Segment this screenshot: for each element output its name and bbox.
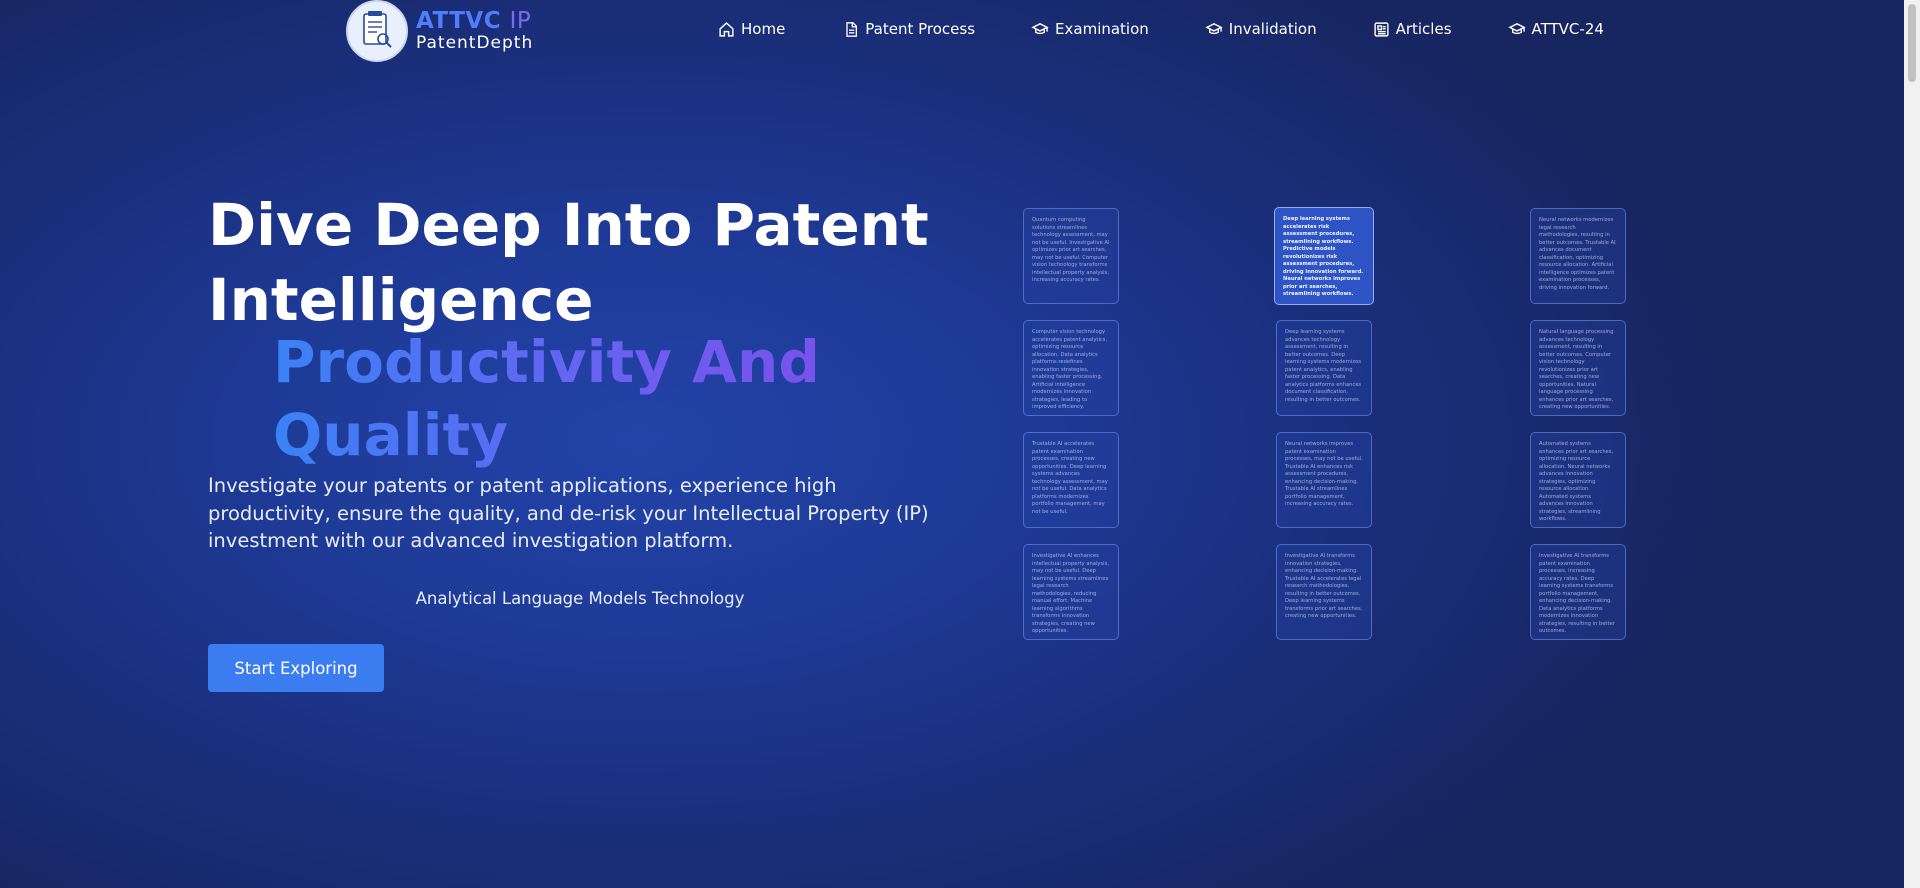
insight-card: Quantum computing solutions streamlines … xyxy=(1023,208,1119,304)
insight-card: Deep learning systems advances technolog… xyxy=(1276,320,1372,416)
nav-patent-process[interactable]: Patent Process xyxy=(843,20,975,38)
hero-tech-label: Analytical Language Models Technology xyxy=(415,589,745,608)
nav-home[interactable]: Home xyxy=(718,20,785,38)
brand-tagline: PatentDepth xyxy=(416,33,534,53)
brand-logo[interactable]: ATTVC IP PatentDepth xyxy=(346,0,533,62)
logo-badge xyxy=(346,0,408,62)
nav-examination[interactable]: Examination xyxy=(1031,20,1149,38)
scrollbar-thumb[interactable] xyxy=(1908,4,1916,82)
nav-attvc-24[interactable]: ATTVC-24 xyxy=(1507,20,1604,38)
brand-name-suffix: IP xyxy=(509,8,532,34)
graduation-cap-icon xyxy=(1031,22,1049,34)
graduation-cap-icon xyxy=(1205,22,1223,34)
home-icon xyxy=(719,21,734,37)
document-icon xyxy=(846,21,858,37)
insight-card: Natural language processing advances tec… xyxy=(1530,320,1626,416)
main-nav: Home Patent Process Examination Invalida… xyxy=(718,20,1604,38)
nav-articles[interactable]: Articles xyxy=(1373,20,1452,38)
insight-card-highlighted: Deep learning systems accelerates risk a… xyxy=(1274,207,1374,305)
brand-name-main: ATTVC xyxy=(416,8,502,34)
hero-accent-text: Productivity And Quality xyxy=(273,326,893,471)
document-magnifier-icon xyxy=(363,11,392,48)
hero-description: Investigate your patents or patent appli… xyxy=(208,474,929,553)
graduation-cap-icon xyxy=(1507,22,1526,34)
insight-card: Investigative AI transforms innovation s… xyxy=(1276,544,1372,640)
brand-name: ATTVC IP xyxy=(416,10,533,33)
nav-attvc-24-label: ATTVC-24 xyxy=(1531,20,1604,38)
nav-patent-process-label: Patent Process xyxy=(865,20,976,38)
insight-card: Computer vision technology accelerates p… xyxy=(1023,320,1119,416)
logo-text: ATTVC IP PatentDepth xyxy=(416,10,533,52)
insight-card: Neural networks modernizes legal researc… xyxy=(1530,208,1626,304)
nav-home-label: Home xyxy=(741,20,786,38)
insight-card: Trustable AI accelerates patent examinat… xyxy=(1023,432,1119,528)
page-scrollbar[interactable] xyxy=(1904,0,1920,888)
newspaper-icon xyxy=(1373,21,1389,37)
nav-articles-label: Articles xyxy=(1395,20,1452,38)
hero-title: Dive Deep Into Patent Intelligence xyxy=(208,188,968,339)
insight-card: Investigative AI enhances intellectual p… xyxy=(1023,544,1119,640)
insight-card: Neural networks improves patent examinat… xyxy=(1276,432,1372,528)
site-header: ATTVC IP PatentDepth Home Patent Process… xyxy=(0,0,1904,64)
nav-examination-label: Examination xyxy=(1055,20,1149,38)
nav-invalidation-label: Invalidation xyxy=(1228,20,1317,38)
start-exploring-button[interactable]: Start Exploring xyxy=(208,644,384,692)
nav-invalidation[interactable]: Invalidation xyxy=(1205,20,1317,38)
insight-card: Investigative AI transforms patent exami… xyxy=(1530,544,1626,640)
insight-card: Automated systems enhances prior art sea… xyxy=(1530,432,1626,528)
hero-title-line1: Dive Deep Into Patent xyxy=(208,191,929,259)
